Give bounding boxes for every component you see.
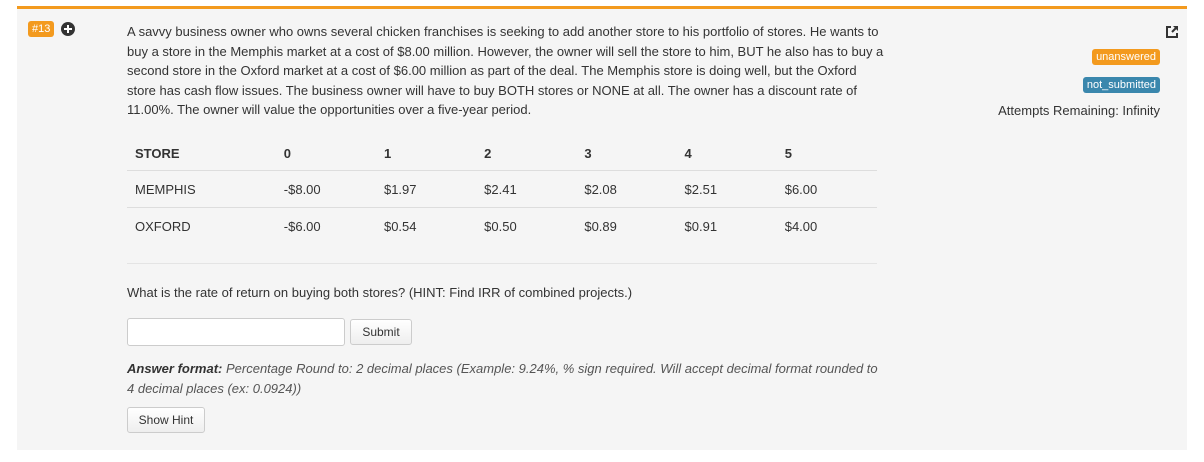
- table-header: 3: [576, 136, 677, 171]
- share-icon[interactable]: [1165, 25, 1179, 39]
- table-header: 1: [375, 136, 477, 171]
- answer-input[interactable]: [127, 318, 345, 346]
- question-panel: #13 A savvy business owner who owns seve…: [17, 6, 1187, 450]
- table-cell: MEMPHIS: [127, 170, 276, 208]
- table-cell: $0.91: [684, 218, 718, 234]
- table-cell: $4.00: [784, 218, 818, 234]
- table-cell: OXFORD: [135, 218, 191, 234]
- answer-format-label: Answer format:: [127, 361, 223, 376]
- divider: [127, 263, 877, 264]
- table-header: 4: [676, 136, 777, 171]
- table-header: 0: [275, 136, 376, 171]
- table-cell: $0.89: [584, 218, 617, 234]
- table-cell: $0.50: [484, 218, 517, 234]
- status-badge-unanswered: unanswered: [1092, 49, 1160, 65]
- table-cell: $0.54: [383, 218, 417, 234]
- attempts-remaining: Attempts Remaining: Infinity: [998, 103, 1160, 118]
- question-prompt: What is the rate of return on buying bot…: [127, 285, 633, 300]
- submit-button[interactable]: Submit: [350, 319, 412, 345]
- cash-flow-table: STORE 0 1 2 3 4 5 MEMPHIS -$8.00 $1.97 $…: [127, 136, 877, 244]
- table-cell: $2.51: [676, 170, 777, 208]
- show-hint-button[interactable]: Show Hint: [127, 407, 205, 433]
- status-badge-not-submitted: not_submitted: [1082, 77, 1160, 93]
- table-row: OXFORD -$6.00 $0.54 $0.50 $0.89 $0.91 $4…: [127, 208, 877, 245]
- table-cell: $2.41: [476, 170, 577, 208]
- table-row: MEMPHIS -$8.00 $1.97 $2.41 $2.08 $2.51 $…: [127, 170, 877, 208]
- table-cell: $2.08: [576, 170, 677, 208]
- table-cell: $1.97: [375, 170, 477, 208]
- table-cell: $6.00: [776, 170, 877, 208]
- table-header-row: STORE 0 1 2 3 4 5: [127, 136, 877, 171]
- table-header: STORE: [127, 136, 276, 171]
- table-header: 2: [476, 136, 577, 171]
- table-header: 5: [776, 136, 877, 171]
- table-cell: -$8.00: [275, 170, 376, 208]
- question-text: A savvy business owner who owns several …: [127, 24, 884, 117]
- table-cell: -$6.00: [283, 218, 321, 234]
- answer-format: Answer format: Percentage Round to: 2 de…: [127, 359, 887, 399]
- plus-circle-icon[interactable]: [61, 22, 75, 36]
- question-number-badge: #13: [28, 21, 55, 37]
- answer-format-text: Percentage Round to: 2 decimal places (E…: [127, 361, 878, 396]
